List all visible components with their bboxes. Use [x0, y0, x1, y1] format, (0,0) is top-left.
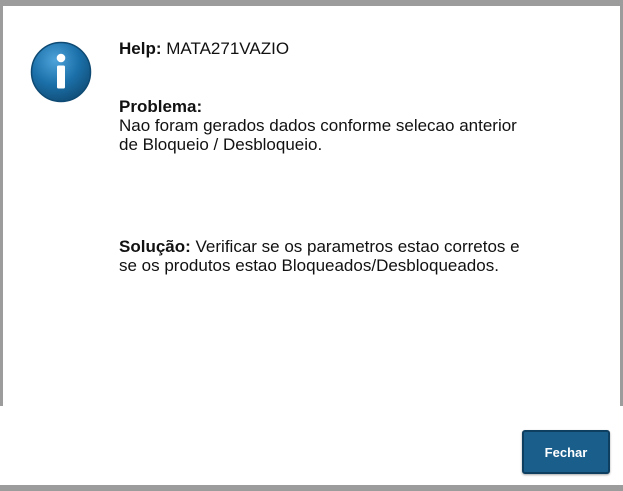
solution-section: Solução: Verificar se os parametros esta…	[119, 237, 609, 275]
close-button[interactable]: Fechar	[522, 430, 610, 474]
solution-label: Solução:	[119, 237, 191, 256]
help-dialog: Help: MATA271VAZIO Problema: Nao foram g…	[0, 0, 623, 491]
help-title: Help: MATA271VAZIO	[119, 39, 609, 58]
solution-text-line-1: Verificar se os parametros estao correto…	[190, 237, 520, 256]
problem-heading: Problema:	[119, 97, 203, 116]
info-icon	[30, 41, 92, 103]
help-label: Help:	[119, 39, 162, 58]
problem-section: Problema: Nao foram gerados dados confor…	[119, 97, 609, 154]
message-content: Help: MATA271VAZIO Problema: Nao foram g…	[119, 39, 609, 275]
problem-text-line-1: Nao foram gerados dados conforme selecao…	[119, 116, 517, 135]
problem-text-line-2: de Bloqueio / Desbloqueio.	[119, 135, 323, 154]
frame-bottom-border	[0, 485, 623, 491]
help-code: MATA271VAZIO	[166, 39, 290, 58]
solution-first-line: Solução: Verificar se os parametros esta…	[119, 237, 609, 256]
frame-edge-left	[0, 406, 3, 485]
solution-text-line-2: se os produtos estao Bloqueados/Desbloqu…	[119, 256, 499, 275]
